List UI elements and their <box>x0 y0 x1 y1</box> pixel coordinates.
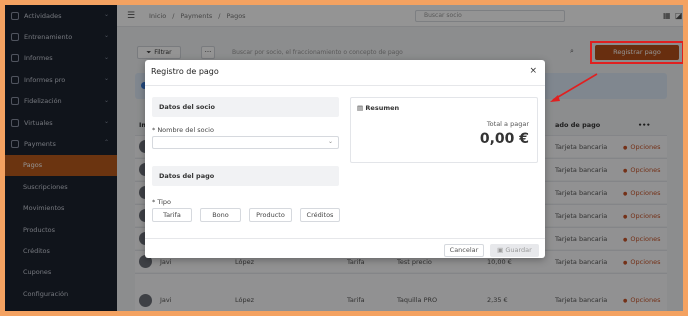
summary-panel: ▤ Resumen Total a pagar 0,00 € <box>350 97 538 163</box>
modal-title: Registro de pago <box>151 67 219 76</box>
divider <box>145 238 545 239</box>
close-icon[interactable]: × <box>529 66 537 76</box>
app-window: Actividades ⌄ Entrenamiento ⌄ Informes ⌄ In… <box>5 5 683 311</box>
member-name-label: * Nombre del socio <box>152 126 214 134</box>
type-label: * Tipo <box>152 198 171 206</box>
save-button[interactable]: ▣ Guardar <box>490 244 539 257</box>
member-section-heading: Datos del socio <box>152 97 339 117</box>
divider <box>145 85 545 86</box>
payment-registration-modal: Registro de pago × Datos del socio * Nom… <box>145 60 545 258</box>
chevron-down-icon: ⌄ <box>327 138 333 145</box>
type-option-producto[interactable]: Producto <box>249 208 292 222</box>
payment-section-heading: Datos del pago <box>152 166 339 186</box>
summary-heading: ▤ Resumen <box>357 104 399 112</box>
screenshot-frame: Actividades ⌄ Entrenamiento ⌄ Informes ⌄ In… <box>0 0 688 316</box>
summary-title: Resumen <box>365 104 400 112</box>
type-option-creditos[interactable]: Créditos <box>300 208 340 222</box>
cancel-button[interactable]: Cancelar <box>444 244 484 257</box>
total-label: Total a pagar <box>486 120 529 128</box>
total-amount: 0,00 € <box>479 131 529 147</box>
save-label: Guardar <box>505 246 532 254</box>
type-option-tarifa[interactable]: Tarifa <box>152 208 192 222</box>
type-option-bono[interactable]: Bono <box>200 208 241 222</box>
member-name-select[interactable]: ⌄ <box>152 136 339 149</box>
